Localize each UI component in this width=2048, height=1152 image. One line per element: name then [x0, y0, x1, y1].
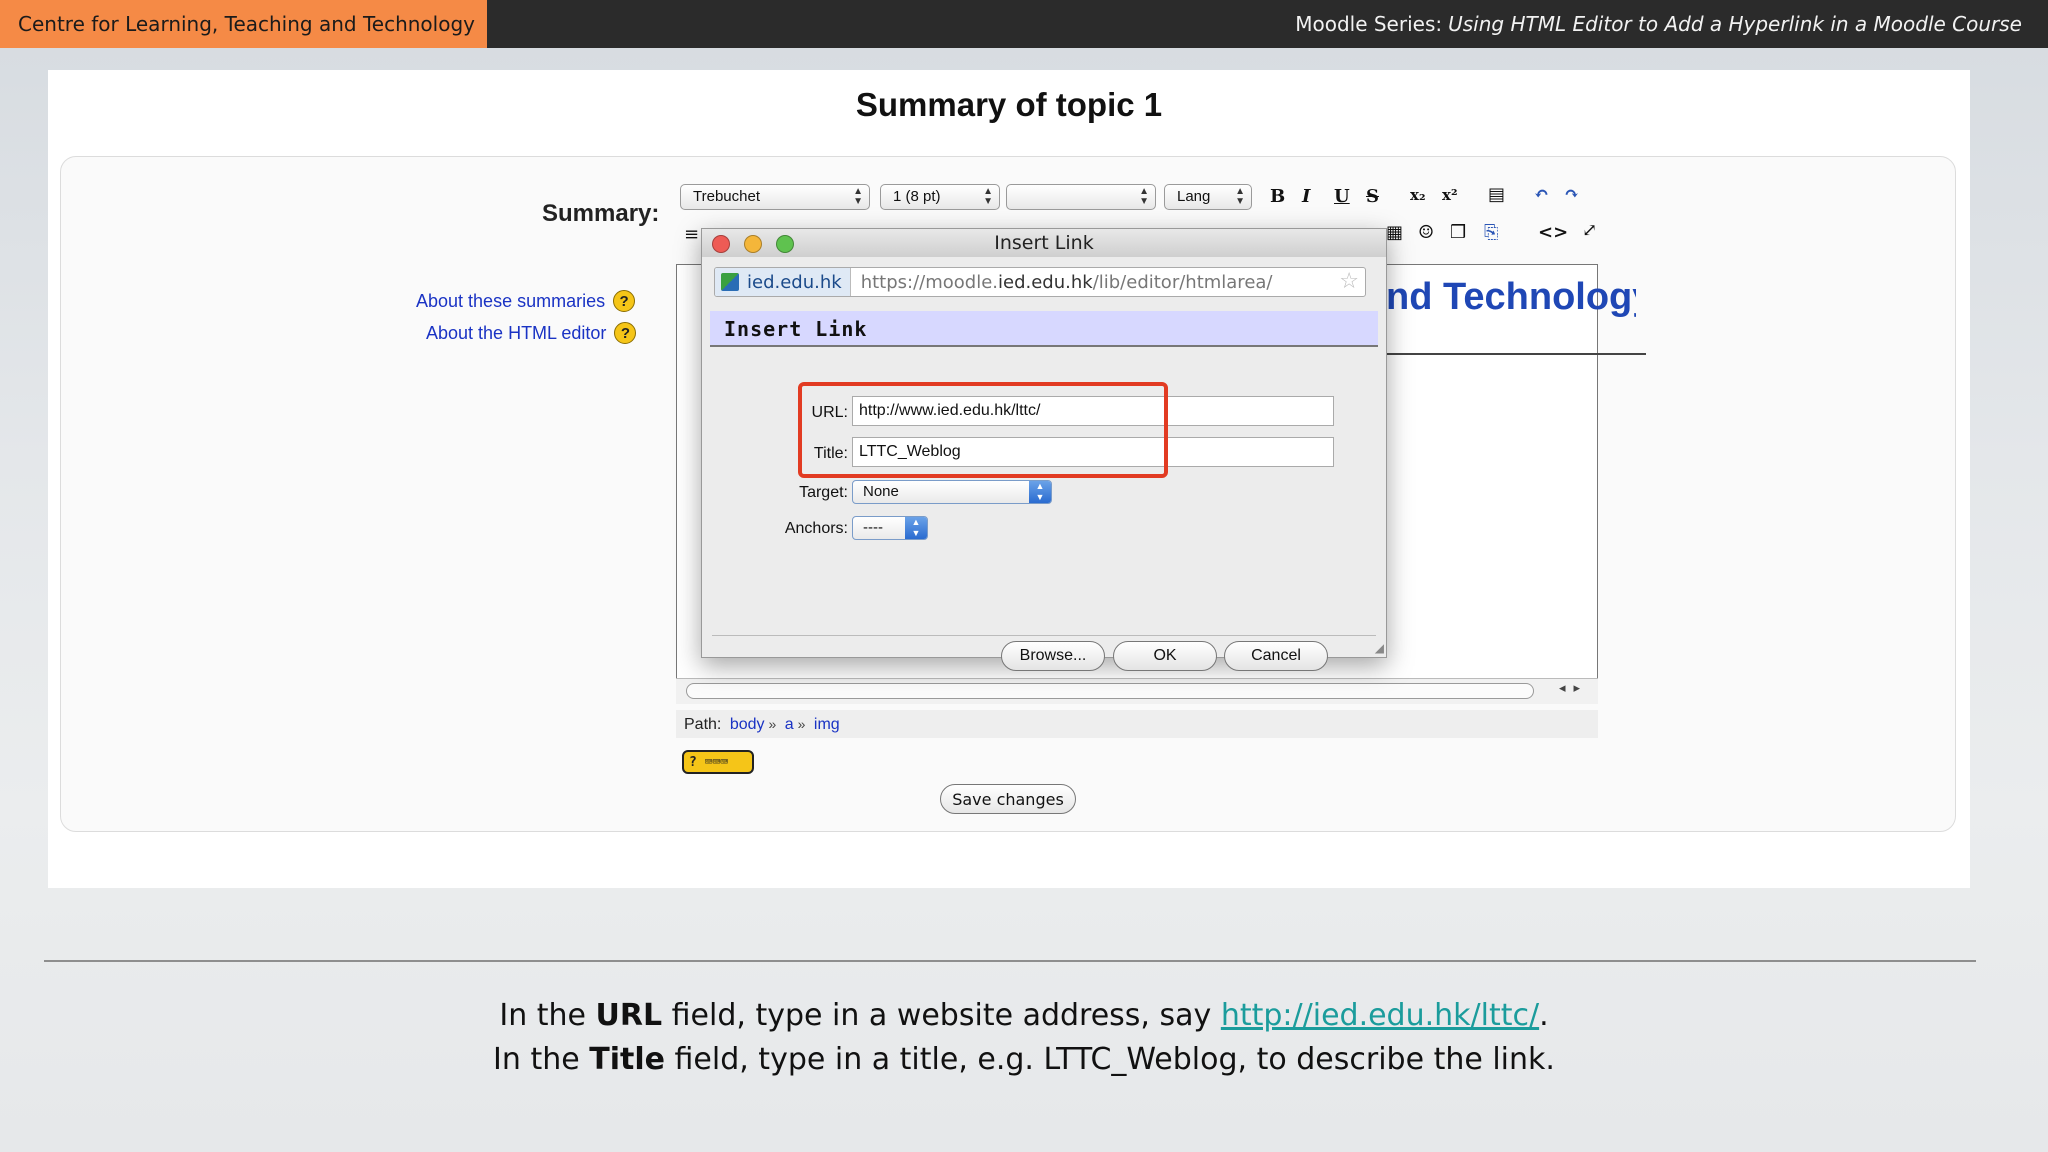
lang-select-value: Lang — [1177, 188, 1211, 205]
caption-line-1: In the URL field, type in a website addr… — [0, 998, 2048, 1033]
size-select[interactable]: 1 (8 pt) ▲ ▼ — [880, 184, 1000, 210]
html-source-icon[interactable]: <> — [1538, 222, 1568, 243]
italic-button[interactable]: I — [1302, 186, 1310, 207]
highlight-annotation-box — [798, 382, 1168, 478]
justify-left-icon[interactable]: ≡ — [684, 224, 699, 245]
select-arrows-icon: ▲ ▼ — [1139, 186, 1149, 207]
bookmark-star-icon[interactable]: ☆ — [1339, 269, 1359, 294]
dialog-address-bar[interactable]: ied.edu.hk https://moodle.ied.edu.hk/lib… — [714, 267, 1366, 297]
search-replace-icon[interactable]: ⎘ — [1484, 222, 1498, 243]
undo-icon[interactable]: ↶ — [1534, 184, 1549, 205]
lang-select[interactable]: Lang ▲ ▼ — [1164, 184, 1252, 210]
caption-link[interactable]: http://ied.edu.hk/lttc/ — [1221, 998, 1539, 1033]
caption-divider — [44, 960, 1976, 962]
about-summaries-label: About these summaries — [416, 290, 606, 311]
dialog-header: Insert Link — [710, 311, 1378, 347]
org-name: Centre for Learning, Teaching and Techno… — [0, 0, 487, 48]
target-select[interactable]: None ▲ ▼ — [852, 480, 1052, 504]
caption-line-2: In the Title field, type in a title, e.g… — [0, 1042, 2048, 1077]
about-html-editor-link[interactable]: About the HTML editor ? — [426, 322, 637, 344]
font-select-value: Trebuchet — [693, 188, 760, 205]
dialog-titlebar[interactable]: Insert Link — [702, 229, 1386, 257]
anchors-select[interactable]: ---- ▲ ▼ — [852, 516, 928, 540]
series-prefix: Moodle Series: — [1295, 12, 1443, 36]
path-item-img[interactable]: img — [814, 716, 840, 733]
target-label: Target: — [799, 484, 848, 501]
anchors-select-value: ---- — [863, 519, 883, 536]
editor-horizontal-scrollbar[interactable]: ◂▸ — [676, 678, 1598, 704]
series-title: Moodle Series: Using HTML Editor to Add … — [1295, 0, 2022, 48]
address-url-suffix: /lib/editor/htmlarea/ — [1092, 271, 1273, 293]
caption-text: In the — [499, 998, 586, 1033]
path-separator: » — [797, 716, 806, 732]
moodle-screenshot-panel: Summary of topic 1 Summary: About these … — [48, 70, 1970, 888]
subscript-button[interactable]: x₂ — [1410, 186, 1426, 204]
anchors-label: Anchors: — [784, 520, 848, 537]
save-changes-button[interactable]: Save changes — [940, 784, 1076, 814]
caption-bold-title: Title — [589, 1042, 665, 1077]
underline-button[interactable]: U — [1334, 186, 1350, 207]
dialog-separator — [712, 635, 1376, 636]
insert-table-icon[interactable]: ▦ — [1386, 222, 1403, 243]
smiley-icon[interactable]: ☺ — [1418, 222, 1434, 243]
style-select[interactable]: ▲ ▼ — [1006, 184, 1156, 210]
editor-path-bar: Path: body» a» img — [676, 710, 1598, 738]
resize-grip-icon[interactable]: ◢ — [1375, 641, 1384, 655]
address-url: https://moodle.ied.edu.hk/lib/editor/htm… — [851, 272, 1273, 293]
redo-icon[interactable]: ↷ — [1564, 184, 1579, 205]
keyboard-help-icon[interactable]: ? ⌨⌨⌨ — [682, 750, 754, 774]
cancel-button[interactable]: Cancel — [1224, 641, 1328, 671]
clean-word-icon[interactable]: ▤ — [1488, 184, 1505, 205]
top-banner: Centre for Learning, Teaching and Techno… — [0, 0, 2048, 48]
path-item-a[interactable]: a — [785, 716, 794, 733]
editor-content-heading: nd Technology — [1386, 276, 1636, 318]
fullscreen-icon[interactable]: ⤢ — [1582, 220, 1597, 241]
scrollbar-thumb[interactable] — [686, 683, 1534, 699]
superscript-button[interactable]: x² — [1442, 186, 1458, 204]
bold-button[interactable]: B — [1270, 186, 1285, 207]
caption-text: In the — [493, 1042, 580, 1077]
address-url-prefix: https://moodle. — [860, 271, 998, 293]
summary-label: Summary: — [542, 200, 660, 227]
help-icon[interactable]: ? — [614, 322, 637, 344]
caption-bold-url: URL — [595, 998, 663, 1033]
scroll-arrows-icon[interactable]: ◂▸ — [1559, 681, 1588, 696]
select-arrows-icon: ▲ ▼ — [905, 517, 927, 539]
ok-button[interactable]: OK — [1113, 641, 1217, 671]
about-summaries-link[interactable]: About these summaries ? — [416, 290, 636, 312]
site-favicon-icon — [721, 273, 739, 291]
select-arrows-icon: ▲ ▼ — [1235, 186, 1245, 207]
dialog-window-title: Insert Link — [994, 232, 1094, 254]
browse-button[interactable]: Browse... — [1001, 641, 1105, 671]
caption-text: field, type in a website address, say — [671, 998, 1212, 1033]
site-identity[interactable]: ied.edu.hk — [715, 268, 851, 296]
caption-text: . — [1539, 998, 1549, 1033]
path-item-body[interactable]: body — [730, 716, 765, 733]
path-separator: » — [768, 716, 777, 732]
caption-text: field, type in a title, e.g. LTTC_Weblog… — [674, 1042, 1555, 1077]
series-name: Using HTML Editor to Add a Hyperlink in … — [1448, 12, 2022, 36]
size-select-value: 1 (8 pt) — [893, 188, 941, 205]
special-char-icon[interactable]: ❒ — [1450, 222, 1466, 243]
help-icon[interactable]: ? — [613, 290, 636, 312]
select-arrows-icon: ▲ ▼ — [983, 186, 993, 207]
font-select[interactable]: Trebuchet ▲ ▼ — [680, 184, 870, 210]
path-label: Path: — [684, 716, 722, 733]
target-select-value: None — [863, 483, 899, 500]
select-arrows-icon: ▲ ▼ — [853, 186, 863, 207]
site-domain: ied.edu.hk — [747, 271, 842, 293]
editor-content-rule — [1386, 353, 1646, 355]
page-title: Summary of topic 1 — [855, 86, 1163, 123]
strikethrough-button[interactable]: S — [1366, 186, 1379, 207]
address-url-domain: ied.edu.hk — [998, 271, 1093, 293]
about-html-editor-label: About the HTML editor — [426, 322, 607, 343]
select-arrows-icon: ▲ ▼ — [1029, 481, 1051, 503]
